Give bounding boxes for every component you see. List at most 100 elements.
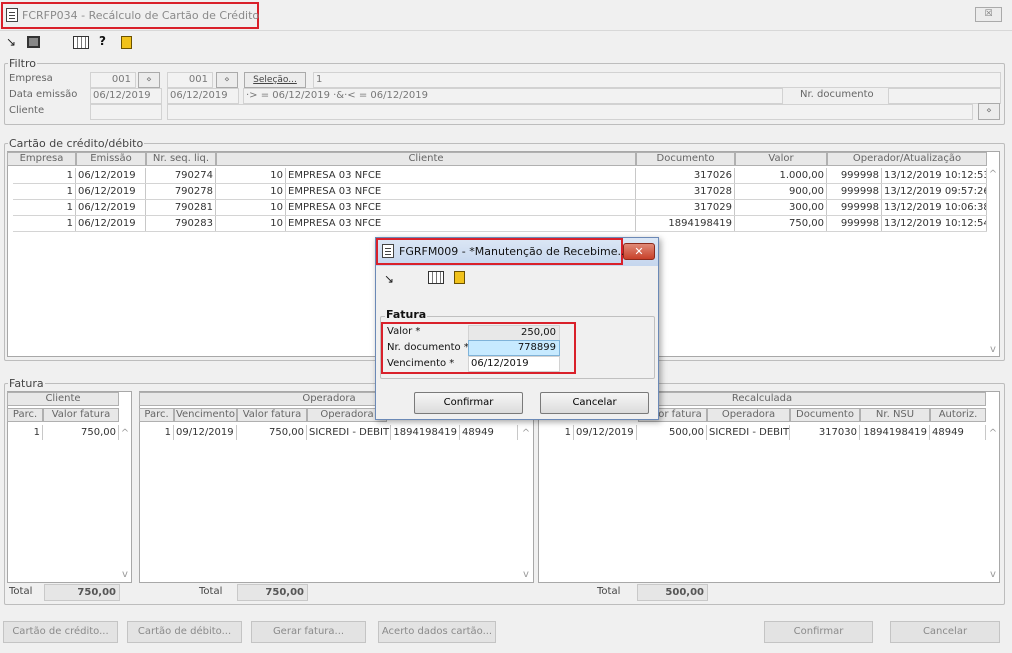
col-valor[interactable]: Valor xyxy=(735,152,827,166)
fatura-cliente-col-parc[interactable]: Parc. xyxy=(7,408,43,422)
cell-seq[interactable]: 790278 xyxy=(146,184,216,199)
col-emissao[interactable]: Emissão xyxy=(76,152,146,166)
cell-seq[interactable]: 790283 xyxy=(146,216,216,231)
cell-cli-nome[interactable]: EMPRESA 03 NFCE xyxy=(286,216,636,231)
cell-valor[interactable]: 300,00 xyxy=(735,200,827,215)
cartao-credito-button[interactable]: Cartão de crédito... xyxy=(3,621,118,643)
close-window-button[interactable]: ☒ xyxy=(975,7,1002,22)
cell-atualizacao[interactable]: 13/12/2019 10:12:54 xyxy=(882,216,987,231)
cell-cli-cod[interactable]: 10 xyxy=(216,216,286,231)
dialog-valor-field[interactable]: 250,00 xyxy=(468,325,560,341)
col-nr-seq-liq[interactable]: Nr. seq. liq. xyxy=(146,152,216,166)
fatura-recalculada-col-autoriz[interactable]: Autoriz. xyxy=(930,408,986,422)
selecao-field[interactable]: 1 xyxy=(313,72,1001,88)
fatura-cliente-scroll-down[interactable]: v xyxy=(120,569,130,580)
dialog-vencimento-field[interactable]: 06/12/2019 xyxy=(468,356,560,372)
fatura-operadora-nsu[interactable]: 48949 xyxy=(460,425,518,440)
cell-seq[interactable]: 790274 xyxy=(146,168,216,183)
fatura-recalculada-scroll-up[interactable]: ^ xyxy=(988,428,998,439)
fatura-recalculada-documento[interactable]: 317030 xyxy=(790,425,860,440)
fatura-recalculada-valor[interactable]: 500,00 xyxy=(637,425,707,440)
dialog-confirmar-button[interactable]: Confirmar xyxy=(414,392,523,414)
dialog-door-exit-icon[interactable] xyxy=(454,271,465,284)
cell-cli-cod[interactable]: 10 xyxy=(216,168,286,183)
data-from-field[interactable]: 06/12/2019 xyxy=(90,88,162,104)
cell-atualizacao[interactable]: 13/12/2019 10:06:38 xyxy=(882,200,987,215)
cartao-debito-button[interactable]: Cartão de débito... xyxy=(127,621,242,643)
acerto-dados-cartao-button[interactable]: Acerto dados cartão... xyxy=(378,621,496,643)
cliente-lookup[interactable]: ⋄ xyxy=(978,103,1000,120)
fatura-recalculada-operadora[interactable]: SICREDI - DEBIT xyxy=(707,425,790,440)
data-to-field[interactable]: 06/12/2019 xyxy=(167,88,239,104)
exit-arrow-icon[interactable]: ↘ xyxy=(6,36,16,48)
dialog-exit-arrow-icon[interactable]: ↘ xyxy=(384,273,394,285)
cartao-scroll-up[interactable]: ^ xyxy=(988,169,998,180)
cliente-field[interactable] xyxy=(90,104,162,120)
fatura-recalculada-scroll-down[interactable]: v xyxy=(988,569,998,580)
fatura-cliente-col-valor[interactable]: Valor fatura xyxy=(43,408,119,422)
fatura-operadora-col-vencimento[interactable]: Vencimento xyxy=(174,408,237,422)
fatura-recalculada-parc[interactable]: 1 xyxy=(538,425,574,440)
fatura-cliente-parc[interactable]: 1 xyxy=(7,425,43,440)
fatura-operadora-scroll-up[interactable]: ^ xyxy=(521,428,531,439)
fatura-cliente-valor[interactable]: 750,00 xyxy=(43,425,119,440)
cell-operador[interactable]: 999998 xyxy=(827,184,882,199)
fatura-operadora-vencimento[interactable]: 09/12/2019 xyxy=(174,425,237,440)
col-empresa[interactable]: Empresa xyxy=(7,152,76,166)
cell-documento[interactable]: 317026 xyxy=(636,168,735,183)
cell-documento[interactable]: 317029 xyxy=(636,200,735,215)
fatura-recalculada-col-documento[interactable]: Documento xyxy=(790,408,860,422)
cell-emissao[interactable]: 06/12/2019 xyxy=(76,200,146,215)
cell-atualizacao[interactable]: 13/12/2019 10:12:53 xyxy=(882,168,987,183)
help-icon[interactable]: ? xyxy=(99,35,106,47)
fatura-recalculada-vencimento[interactable]: 09/12/2019 xyxy=(574,425,637,440)
cell-operador[interactable]: 999998 xyxy=(827,216,882,231)
cell-empresa[interactable]: 1 xyxy=(13,216,76,231)
cell-empresa[interactable]: 1 xyxy=(13,168,76,183)
cell-operador[interactable]: 999998 xyxy=(827,168,882,183)
cell-emissao[interactable]: 06/12/2019 xyxy=(76,184,146,199)
cell-valor[interactable]: 900,00 xyxy=(735,184,827,199)
cell-cli-nome[interactable]: EMPRESA 03 NFCE xyxy=(286,200,636,215)
col-cliente[interactable]: Cliente xyxy=(216,152,636,166)
cell-valor[interactable]: 750,00 xyxy=(735,216,827,231)
cell-cli-cod[interactable]: 10 xyxy=(216,184,286,199)
fatura-recalculada-col-nsu[interactable]: Nr. NSU xyxy=(860,408,930,422)
nr-documento-field[interactable] xyxy=(888,88,1001,104)
empresa-to-field[interactable]: 001 xyxy=(167,72,213,88)
fatura-operadora-parc[interactable]: 1 xyxy=(139,425,174,440)
col-documento[interactable]: Documento xyxy=(636,152,735,166)
cell-emissao[interactable]: 06/12/2019 xyxy=(76,168,146,183)
fatura-operadora-scroll-down[interactable]: v xyxy=(521,569,531,580)
fatura-operadora-documento[interactable]: 1894198419 xyxy=(391,425,460,440)
fatura-recalculada-col-operadora[interactable]: Operadora xyxy=(707,408,790,422)
fatura-recalculada-nsu[interactable]: 1894198419 xyxy=(860,425,930,440)
cell-atualizacao[interactable]: 13/12/2019 09:57:26 xyxy=(882,184,987,199)
cliente-name-field[interactable] xyxy=(167,104,973,120)
window-list-icon[interactable] xyxy=(27,36,40,48)
cell-cli-nome[interactable]: EMPRESA 03 NFCE xyxy=(286,168,636,183)
fatura-operadora-col-valor[interactable]: Valor fatura xyxy=(237,408,307,422)
dialog-nrdoc-field[interactable]: 778899 xyxy=(468,340,560,356)
cancelar-button[interactable]: Cancelar xyxy=(890,621,1000,643)
col-operador[interactable]: Operador/Atualização xyxy=(827,152,987,166)
dialog-cancelar-button[interactable]: Cancelar xyxy=(540,392,649,414)
fatura-cliente-scroll-up[interactable]: ^ xyxy=(120,428,130,439)
empresa-from-field[interactable]: 001 xyxy=(90,72,136,88)
dialog-calendar-icon[interactable] xyxy=(428,271,444,284)
cell-seq[interactable]: 790281 xyxy=(146,200,216,215)
cell-cli-nome[interactable]: EMPRESA 03 NFCE xyxy=(286,184,636,199)
fatura-operadora-col-parc[interactable]: Parc. xyxy=(139,408,174,422)
cell-cli-cod[interactable]: 10 xyxy=(216,200,286,215)
empresa-from-lookup[interactable]: ⋄ xyxy=(138,72,160,88)
cell-empresa[interactable]: 1 xyxy=(13,200,76,215)
cell-emissao[interactable]: 06/12/2019 xyxy=(76,216,146,231)
cartao-scroll-down[interactable]: v xyxy=(988,344,998,355)
calendar-icon[interactable] xyxy=(73,36,89,49)
fatura-operadora-operadora[interactable]: SICREDI - DEBIT xyxy=(307,425,391,440)
fatura-operadora-valor[interactable]: 750,00 xyxy=(237,425,307,440)
cell-documento[interactable]: 317028 xyxy=(636,184,735,199)
gerar-fatura-button[interactable]: Gerar fatura... xyxy=(251,621,366,643)
cell-operador[interactable]: 999998 xyxy=(827,200,882,215)
cell-documento[interactable]: 1894198419 xyxy=(636,216,735,231)
